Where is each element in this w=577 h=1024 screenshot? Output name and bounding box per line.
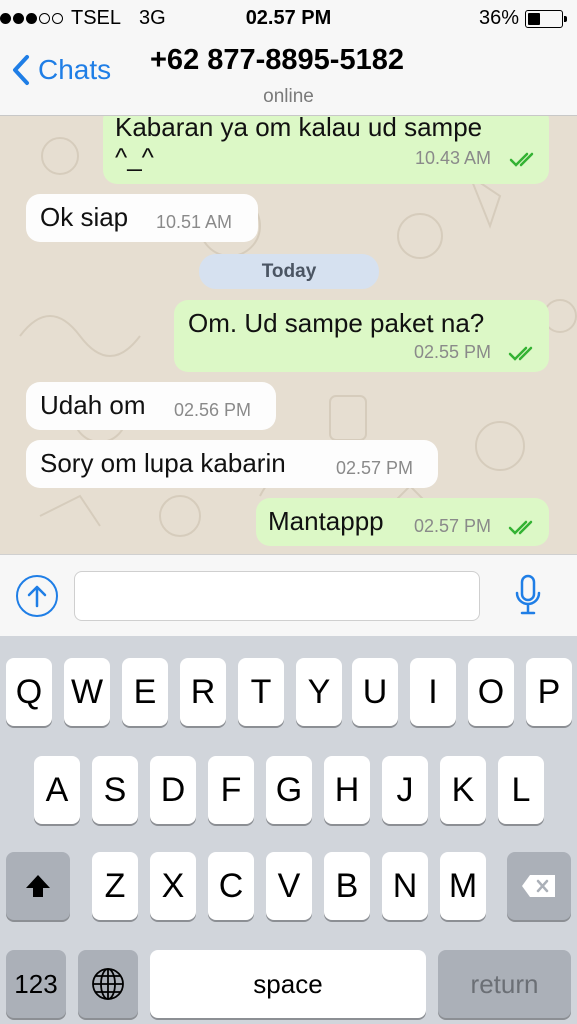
key-n[interactable]: N: [382, 852, 428, 920]
key-g[interactable]: G: [266, 756, 312, 824]
message-text: Sory om lupa kabarin: [40, 448, 286, 478]
attach-button[interactable]: [16, 575, 58, 617]
backspace-key[interactable]: [507, 852, 571, 920]
shift-icon: [26, 875, 50, 897]
key-h[interactable]: H: [324, 756, 370, 824]
message-time: 02.56 PM: [174, 400, 252, 420]
message-time: 02.57 PM: [414, 516, 492, 536]
message-text: Ok siap: [40, 202, 129, 232]
back-label: Chats: [38, 54, 112, 85]
chevron-left-icon: [13, 55, 29, 85]
message-input-bar: [0, 554, 577, 636]
numbers-key[interactable]: 123: [6, 950, 66, 1018]
arrow-up-icon: [27, 585, 47, 608]
keyboard: Q W E R T Y U I O P A S D F G H J K L Z …: [0, 636, 577, 1024]
contact-name[interactable]: +62 877-8895-5182: [150, 44, 404, 77]
key-m[interactable]: M: [440, 852, 486, 920]
message-text: Om. Ud sampe paket na?: [188, 308, 485, 338]
message-text: Udah om: [40, 390, 146, 420]
key-a[interactable]: A: [34, 756, 80, 824]
read-ticks-icon: [508, 346, 533, 361]
message-text: ^_^: [115, 142, 154, 172]
message-outgoing[interactable]: Mantappp 02.57 PM: [256, 498, 549, 546]
message-text: Mantappp: [268, 506, 384, 536]
chat-area[interactable]: Kabaran ya om kalau ud sampe ^_^ 10.43 A…: [0, 116, 577, 554]
key-s[interactable]: S: [92, 756, 138, 824]
key-t[interactable]: T: [238, 658, 284, 726]
message-outgoing[interactable]: Kabaran ya om kalau ud sampe ^_^ 10.43 A…: [103, 116, 549, 184]
key-i[interactable]: I: [410, 658, 456, 726]
key-z[interactable]: Z: [92, 852, 138, 920]
message-time: 10.51 AM: [156, 212, 233, 232]
back-button[interactable]: Chats: [12, 54, 111, 86]
shift-key[interactable]: [6, 852, 70, 920]
globe-key[interactable]: [78, 950, 138, 1018]
key-e[interactable]: E: [122, 658, 168, 726]
microphone-icon: [515, 574, 541, 615]
backspace-icon: [522, 875, 555, 897]
key-y[interactable]: Y: [296, 658, 342, 726]
globe-icon: [92, 968, 124, 1000]
return-key[interactable]: return: [438, 950, 571, 1018]
battery-percent: 36%: [478, 7, 519, 29]
key-c[interactable]: C: [208, 852, 254, 920]
battery-icon: [525, 9, 567, 28]
key-f[interactable]: F: [208, 756, 254, 824]
key-j[interactable]: J: [382, 756, 428, 824]
message-time: 02.55 PM: [414, 342, 492, 362]
key-q[interactable]: Q: [6, 658, 52, 726]
contact-status: online: [263, 86, 314, 107]
message-input[interactable]: [74, 571, 480, 621]
day-separator: Today: [199, 254, 379, 289]
read-ticks-icon: [509, 152, 534, 167]
navigation-bar: Chats +62 877-8895-5182 online: [0, 36, 577, 116]
key-d[interactable]: D: [150, 756, 196, 824]
key-o[interactable]: O: [468, 658, 514, 726]
key-r[interactable]: R: [180, 658, 226, 726]
key-u[interactable]: U: [352, 658, 398, 726]
key-x[interactable]: X: [150, 852, 196, 920]
battery-indicator: 36%: [478, 7, 567, 30]
message-time: 10.43 AM: [415, 148, 492, 168]
key-k[interactable]: K: [440, 756, 486, 824]
message-time: 02.57 PM: [336, 458, 414, 478]
message-text: Kabaran ya om kalau ud sampe: [115, 116, 483, 142]
message-outgoing[interactable]: Om. Ud sampe paket na? 02.55 PM: [174, 300, 549, 372]
message-incoming[interactable]: Ok siap 10.51 AM: [26, 194, 258, 242]
status-bar: TSEL 3G 02.57 PM 36%: [0, 0, 577, 36]
read-ticks-icon: [508, 520, 533, 535]
microphone-button[interactable]: [513, 573, 543, 622]
key-l[interactable]: L: [498, 756, 544, 824]
key-w[interactable]: W: [64, 658, 110, 726]
space-key[interactable]: space: [150, 950, 426, 1018]
key-p[interactable]: P: [526, 658, 572, 726]
key-b[interactable]: B: [324, 852, 370, 920]
message-incoming[interactable]: Udah om 02.56 PM: [26, 382, 276, 430]
key-v[interactable]: V: [266, 852, 312, 920]
message-incoming[interactable]: Sory om lupa kabarin 02.57 PM: [26, 440, 438, 488]
